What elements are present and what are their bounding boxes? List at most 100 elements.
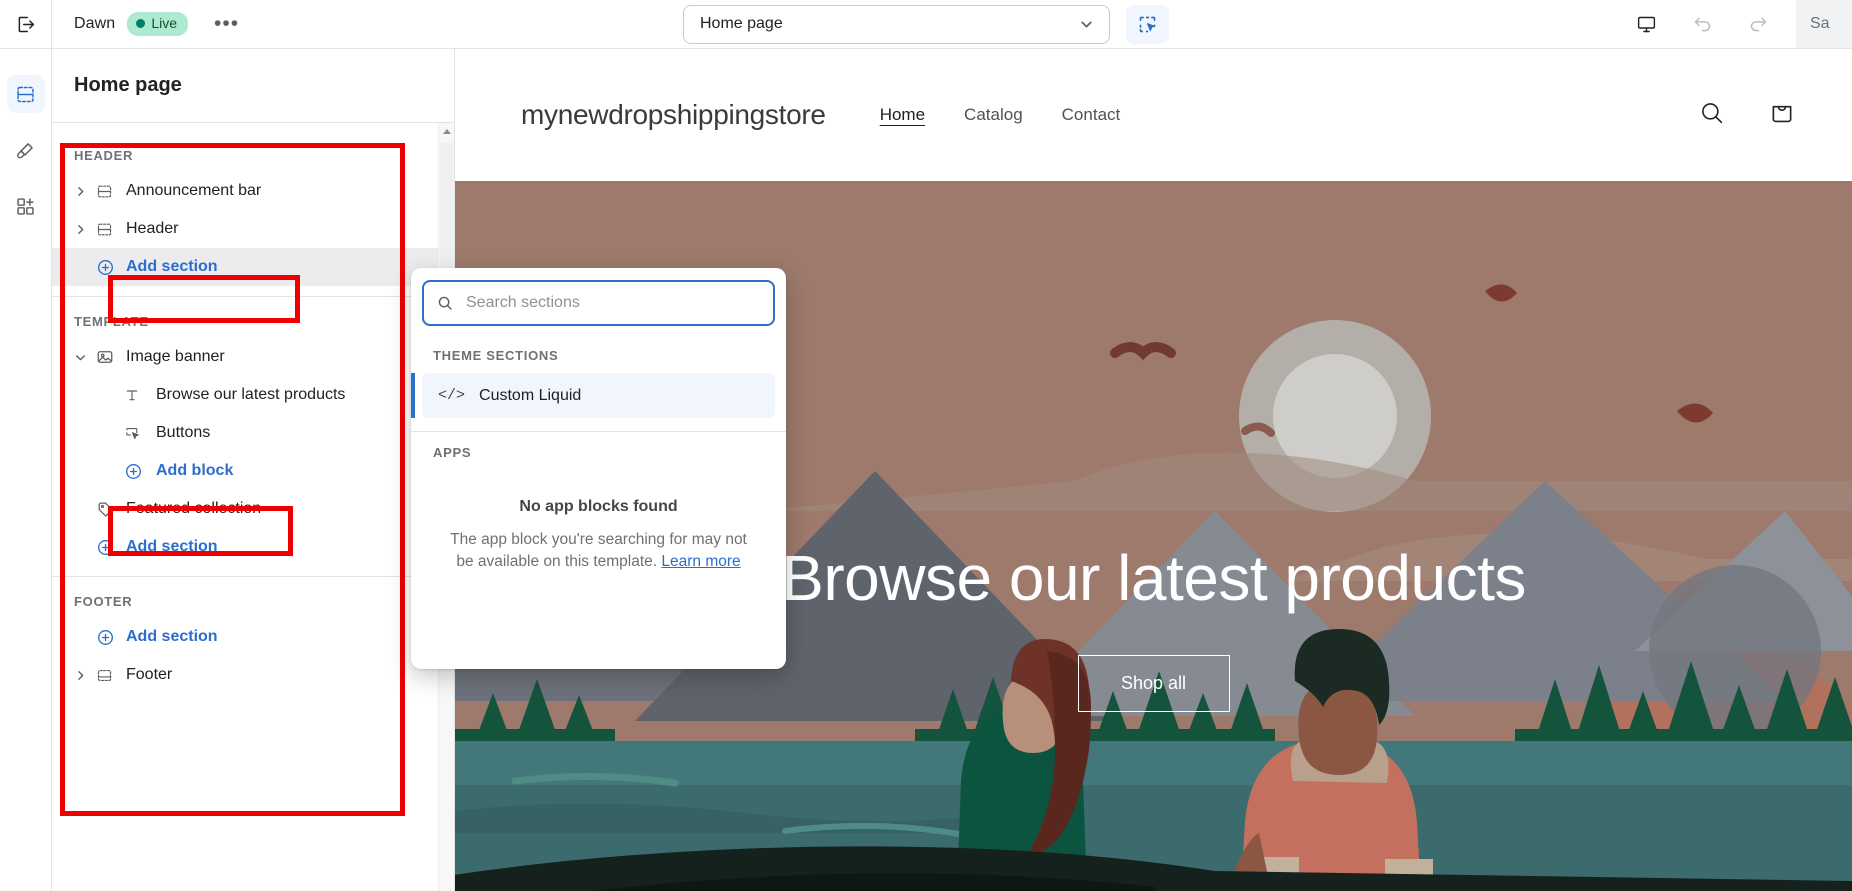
search-icon (1702, 102, 1723, 123)
plus-circle-icon (124, 462, 154, 481)
code-icon: </> (438, 387, 466, 404)
search-icon (436, 294, 454, 312)
store-nav-home[interactable]: Home (880, 105, 925, 125)
undo-icon (1694, 17, 1710, 31)
sidebar-group-template: TEMPLATE Image banner Browse our latest … (52, 297, 454, 576)
sidebar-block-text[interactable]: Browse our latest products (52, 376, 454, 414)
rail-item-app-embeds[interactable] (7, 187, 45, 225)
toolbar-center: Home page (683, 4, 1169, 44)
chevron-right-icon[interactable] (74, 185, 96, 198)
add-section-button-header[interactable]: Add section (52, 248, 454, 286)
top-toolbar: Dawn Live ••• Home page Sa (0, 0, 1852, 49)
chevron-right-icon[interactable] (74, 669, 96, 682)
desktop-preview-button[interactable] (1628, 6, 1664, 42)
exit-editor-button[interactable] (0, 0, 52, 48)
store-nav: Home Catalog Contact (880, 105, 1121, 125)
status-badge: Live (127, 12, 188, 36)
apps-label: APPS (433, 445, 472, 460)
rail-item-sections[interactable] (6, 75, 45, 113)
chevron-down-icon (1078, 16, 1095, 33)
store-nav-catalog[interactable]: Catalog (964, 105, 1023, 125)
toolbar-right: Sa (1628, 0, 1852, 48)
shop-all-button[interactable]: Shop all (1077, 655, 1230, 712)
button-block-icon (124, 425, 154, 442)
sidebar-item-featured-collection[interactable]: Featured collection (52, 490, 454, 528)
add-section-label: Add section (126, 628, 218, 645)
inspector-select-button[interactable] (1126, 4, 1169, 44)
left-icon-rail (0, 49, 52, 891)
section-picker-popover: THEME SECTIONS </> Custom Liquid APPS No… (411, 268, 786, 669)
sidebar-item-label: Footer (126, 666, 173, 683)
text-block-icon (124, 387, 154, 403)
section-icon (96, 183, 124, 200)
image-banner-icon (96, 348, 124, 366)
group-label-footer: FOOTER (74, 594, 133, 609)
save-button-label: Sa (1810, 15, 1830, 32)
sidebar-block-buttons[interactable]: Buttons (52, 414, 454, 452)
sidebar-item-label: Buttons (156, 424, 211, 441)
sidebar-item-label: Announcement bar (126, 182, 262, 199)
desktop-preview-icon (1637, 16, 1655, 32)
add-block-label: Add block (156, 462, 234, 479)
undo-button[interactable] (1684, 6, 1720, 42)
sidebar-item-header[interactable]: Header (52, 210, 454, 248)
sidebar-item-label: Image banner (126, 348, 225, 365)
collection-icon (96, 500, 124, 518)
sidebar-header: Home page (52, 49, 454, 123)
add-section-button-footer[interactable]: Add section (52, 618, 454, 656)
search-input[interactable] (466, 294, 761, 312)
group-label-header: HEADER (74, 148, 134, 163)
paintbrush-icon (17, 142, 33, 158)
sections-sidebar: Home page HEADER Announcement bar Header… (52, 49, 455, 891)
footer-icon (96, 667, 124, 684)
save-button[interactable]: Sa (1796, 0, 1852, 48)
theme-info: Dawn Live ••• (52, 12, 247, 36)
theme-editor-app: Dawn Live ••• Home page Sa Home page HEA… (0, 0, 1852, 891)
status-dot-icon (136, 19, 146, 28)
search-wrap (411, 268, 786, 336)
section-option-label: Custom Liquid (479, 386, 582, 404)
store-search-button[interactable] (1698, 99, 1726, 132)
store-header: mynewdropshippingstore Home Catalog Cont… (455, 49, 1852, 181)
plus-circle-icon (96, 538, 124, 557)
learn-more-link[interactable]: Learn more (661, 553, 740, 570)
store-logo[interactable]: mynewdropshippingstore (521, 99, 826, 131)
search-field[interactable] (422, 280, 775, 326)
redo-button[interactable] (1740, 6, 1776, 42)
theme-sections-label: THEME SECTIONS (433, 348, 559, 363)
theme-name: Dawn (74, 15, 116, 32)
sidebar-item-label: Featured collection (126, 500, 262, 517)
status-badge-label: Live (151, 15, 177, 32)
empty-state-body: The app block you're searching for may n… (447, 529, 750, 574)
scroll-up-arrow-icon[interactable] (443, 129, 451, 134)
shopping-bag-icon (1772, 105, 1792, 122)
chevron-down-icon[interactable] (74, 351, 96, 364)
store-cart-button[interactable] (1768, 99, 1796, 132)
app-blocks-icon (17, 197, 34, 215)
section-option-custom-liquid[interactable]: </> Custom Liquid (411, 373, 775, 418)
add-block-button[interactable]: Add block (52, 452, 454, 490)
redo-icon (1750, 17, 1766, 31)
sidebar-item-label: Header (126, 220, 179, 237)
chevron-right-icon[interactable] (74, 223, 96, 236)
section-icon (96, 221, 124, 238)
sidebar-group-header: HEADER Announcement bar Header Add secti… (52, 131, 454, 296)
group-label-template: TEMPLATE (74, 314, 149, 329)
page-selector[interactable]: Home page (683, 4, 1110, 44)
sidebar-item-image-banner[interactable]: Image banner (52, 338, 454, 376)
plus-circle-icon (96, 258, 124, 277)
empty-state-title: No app blocks found (519, 498, 678, 515)
store-nav-contact[interactable]: Contact (1062, 105, 1121, 125)
plus-circle-icon (96, 628, 124, 647)
sidebar-item-label: Browse our latest products (156, 386, 346, 403)
apps-empty-state: No app blocks found The app block you're… (411, 460, 786, 574)
exit-icon (18, 16, 35, 32)
sidebar-item-footer[interactable]: Footer (52, 656, 454, 694)
store-actions (1698, 99, 1796, 132)
add-section-button-template[interactable]: Add section (52, 528, 454, 566)
sidebar-item-announcement-bar[interactable]: Announcement bar (52, 172, 454, 210)
rail-item-theme-settings[interactable] (7, 131, 45, 169)
page-selector-value: Home page (700, 15, 783, 32)
sidebar-scroll-area: HEADER Announcement bar Header Add secti… (52, 123, 454, 891)
more-options-button[interactable]: ••• (206, 13, 247, 34)
